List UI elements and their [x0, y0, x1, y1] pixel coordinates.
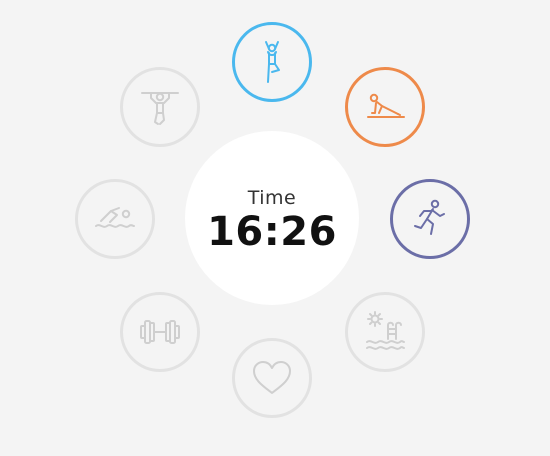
- activity-heart-button[interactable]: [232, 338, 312, 418]
- activity-weights-button[interactable]: [120, 292, 200, 372]
- activity-pullup-button[interactable]: [120, 67, 200, 147]
- time-value: 16:26: [207, 209, 337, 255]
- pool-sun-icon: [366, 311, 405, 350]
- time-label: Time: [247, 187, 297, 209]
- running-icon: [414, 199, 445, 235]
- activity-pool-button[interactable]: [345, 292, 425, 372]
- time-display: Time 16:26: [185, 131, 359, 305]
- activity-plank-button[interactable]: [345, 67, 425, 147]
- activity-yoga-button[interactable]: [232, 22, 312, 102]
- swimming-icon: [95, 207, 135, 228]
- plank-exercise-icon: [367, 93, 405, 118]
- pull-up-bar-icon: [141, 92, 179, 125]
- activity-swimming-button[interactable]: [75, 179, 155, 259]
- yoga-tree-pose-icon: [265, 41, 280, 83]
- dumbbell-icon: [140, 320, 180, 344]
- heart-icon: [253, 361, 291, 394]
- activity-running-button[interactable]: [390, 179, 470, 259]
